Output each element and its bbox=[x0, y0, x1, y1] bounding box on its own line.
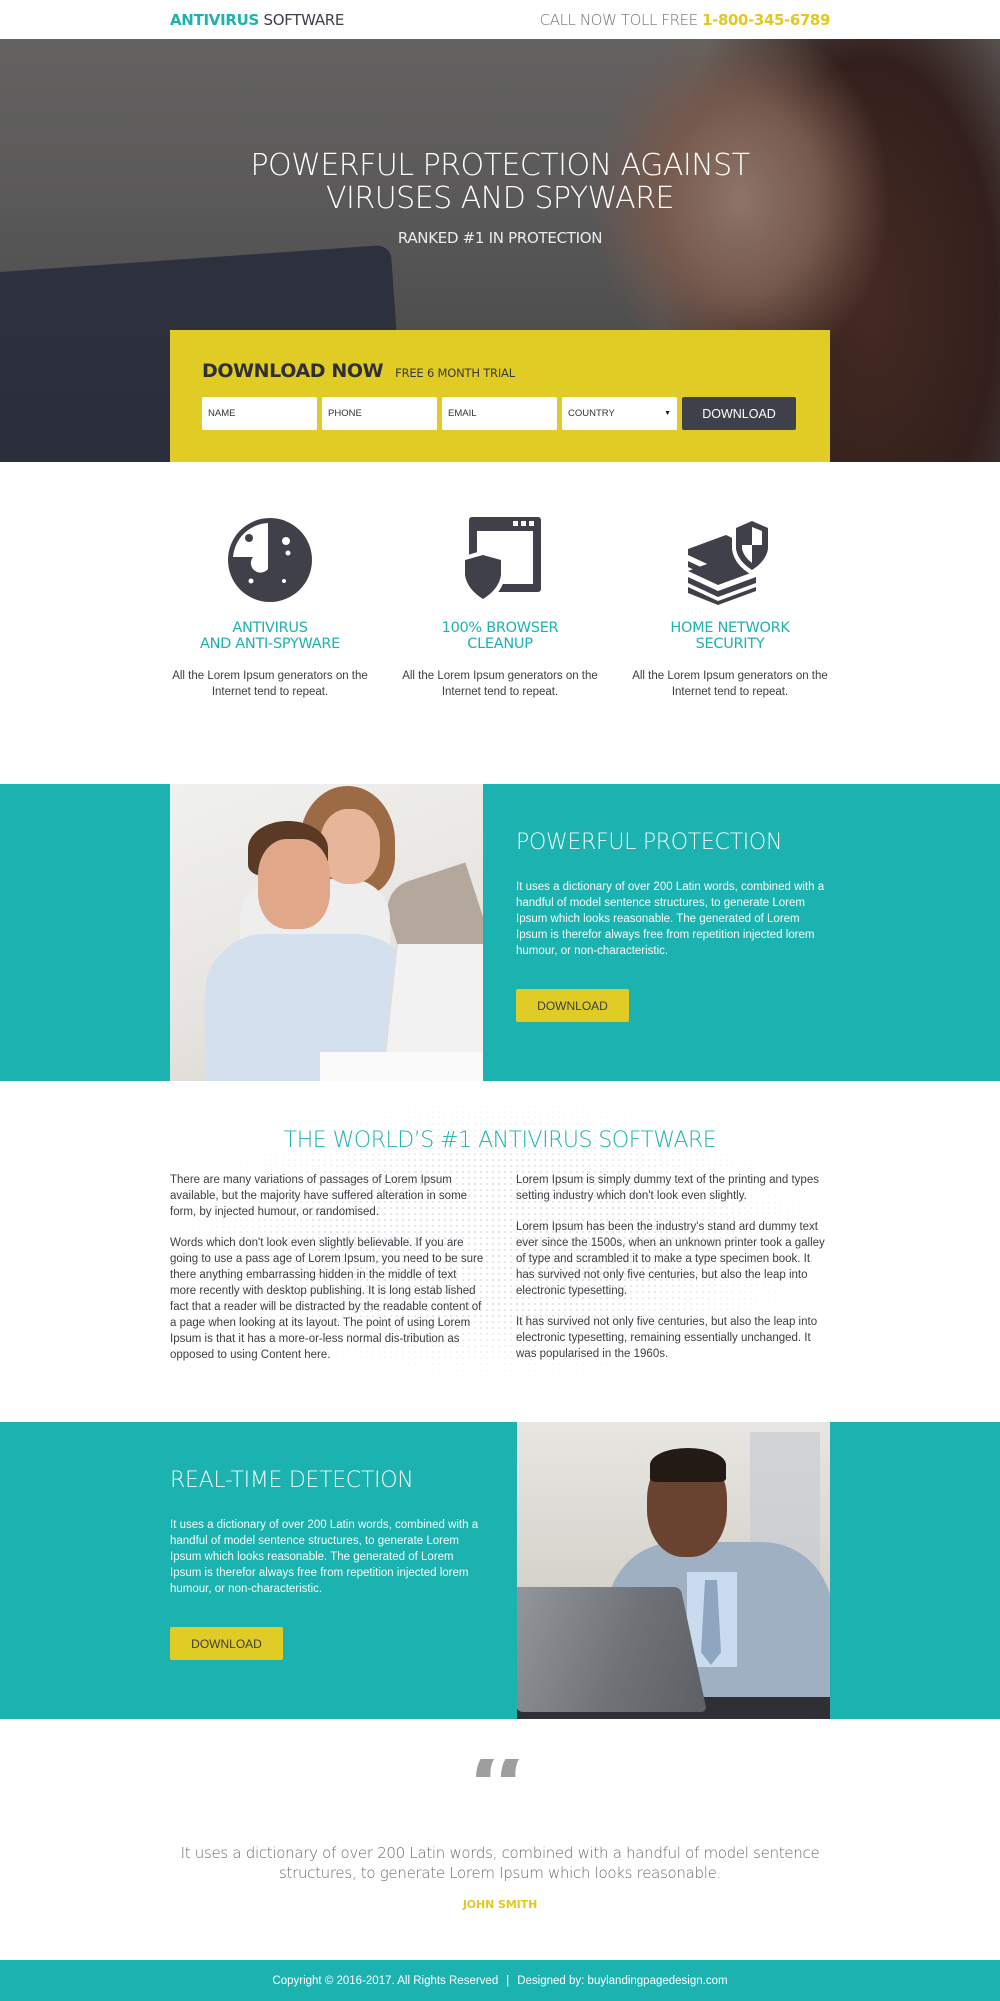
feature-home-network: HOME NETWORK SECURITY All the Lorem Ipsum… bbox=[630, 512, 830, 700]
download-submit-button[interactable]: DOWNLOAD bbox=[682, 397, 796, 430]
designer-credit-link[interactable]: Designed by: buylandingpagedesign.com bbox=[517, 1975, 727, 1987]
logo-rest: SOFTWARE bbox=[259, 10, 345, 29]
detection-section: REAL-TIME DETECTION It uses a dictionary… bbox=[0, 1422, 1000, 1719]
download-title: DOWNLOAD NOW bbox=[202, 360, 384, 382]
feature-description: All the Lorem Ipsum generators on the In… bbox=[402, 670, 598, 698]
protection-text: It uses a dictionary of over 200 Latin w… bbox=[516, 881, 825, 957]
feature-browser-cleanup: 100% BROWSER CLEANUP All the Lorem Ipsum … bbox=[400, 512, 600, 700]
feature-antivirus: ANTIVIRUS AND ANTI-SPYWARE All the Lorem … bbox=[170, 512, 370, 700]
world-section: THE WORLD’S #1 ANTIVIRUS SOFTWARE There … bbox=[0, 1081, 1000, 1422]
phone-number[interactable]: 1-800-345-6789 bbox=[702, 11, 830, 29]
world-title: THE WORLD’S #1 ANTIVIRUS SOFTWARE bbox=[283, 1128, 717, 1153]
site-header: ANTIVIRUS SOFTWARE CALL NOW TOLL FREE 1-… bbox=[0, 0, 1000, 39]
protection-section: POWERFUL PROTECTION It uses a dictionary… bbox=[0, 784, 1000, 1081]
world-right-column: Lorem Ipsum is simply dummy text of the … bbox=[516, 1174, 825, 1360]
radar-icon bbox=[170, 512, 370, 607]
feature-description: All the Lorem Ipsum generators on the In… bbox=[172, 670, 368, 698]
browser-shield-icon bbox=[400, 512, 600, 607]
network-shield-icon bbox=[630, 512, 830, 607]
download-form: NAME PHONE EMAIL COUNTRY ▼ DOWNLOAD bbox=[202, 397, 798, 430]
feature-title: 100% BROWSER CLEANUP bbox=[441, 620, 559, 652]
country-select[interactable]: COUNTRY ▼ bbox=[562, 397, 677, 430]
couple-at-laptop-photo bbox=[170, 784, 483, 1081]
protection-title: POWERFUL PROTECTION bbox=[516, 830, 783, 855]
detection-text: It uses a dictionary of over 200 Latin w… bbox=[170, 1519, 479, 1595]
testimonial-text: It uses a dictionary of over 200 Latin w… bbox=[180, 1844, 820, 1882]
caret-down-icon: ▼ bbox=[664, 410, 671, 417]
logo-accent: ANTIVIRUS bbox=[170, 10, 259, 29]
email-input[interactable]: EMAIL bbox=[442, 397, 557, 430]
hero-title: POWERFUL PROTECTION AGAINST VIRUSES AND … bbox=[250, 148, 750, 216]
testimonial-section: “ It uses a dictionary of over 200 Latin… bbox=[0, 1719, 1000, 1960]
logo[interactable]: ANTIVIRUS SOFTWARE bbox=[170, 11, 344, 29]
feature-title: ANTIVIRUS AND ANTI-SPYWARE bbox=[199, 620, 341, 652]
copyright-text: Copyright © 2016-2017. All Rights Reserv… bbox=[272, 1974, 499, 1987]
protection-download-button[interactable]: DOWNLOAD bbox=[516, 989, 629, 1022]
feature-description: All the Lorem Ipsum generators on the In… bbox=[632, 670, 828, 698]
world-left-column: There are many variations of passages of… bbox=[170, 1174, 484, 1361]
footer-separator: | bbox=[506, 1974, 510, 1987]
testimonial-author: JOHN SMITH bbox=[462, 1898, 538, 1911]
site-footer: Copyright © 2016-2017. All Rights Reserv… bbox=[0, 1960, 1000, 2001]
download-form-panel: DOWNLOAD NOW FREE 6 MONTH TRIAL NAME PHO… bbox=[170, 330, 830, 462]
quote-icon: “ bbox=[0, 1759, 1000, 1811]
feature-title: HOME NETWORK SECURITY bbox=[670, 620, 790, 652]
phone-input[interactable]: PHONE bbox=[322, 397, 437, 430]
call-now: CALL NOW TOLL FREE 1-800-345-6789 bbox=[539, 10, 831, 29]
hero-subtitle: RANKED #1 IN PROTECTION bbox=[397, 229, 603, 247]
detection-title: REAL-TIME DETECTION bbox=[170, 1468, 414, 1493]
detection-download-button[interactable]: DOWNLOAD bbox=[170, 1627, 283, 1660]
features-section: ANTIVIRUS AND ANTI-SPYWARE All the Lorem … bbox=[0, 462, 1000, 784]
hero-section: POWERFUL PROTECTION AGAINST VIRUSES AND … bbox=[0, 39, 1000, 462]
name-input[interactable]: NAME bbox=[202, 397, 317, 430]
call-label: CALL NOW TOLL FREE bbox=[539, 10, 703, 29]
businessman-at-laptop-photo bbox=[517, 1422, 830, 1719]
trial-label: FREE 6 MONTH TRIAL bbox=[395, 366, 515, 380]
